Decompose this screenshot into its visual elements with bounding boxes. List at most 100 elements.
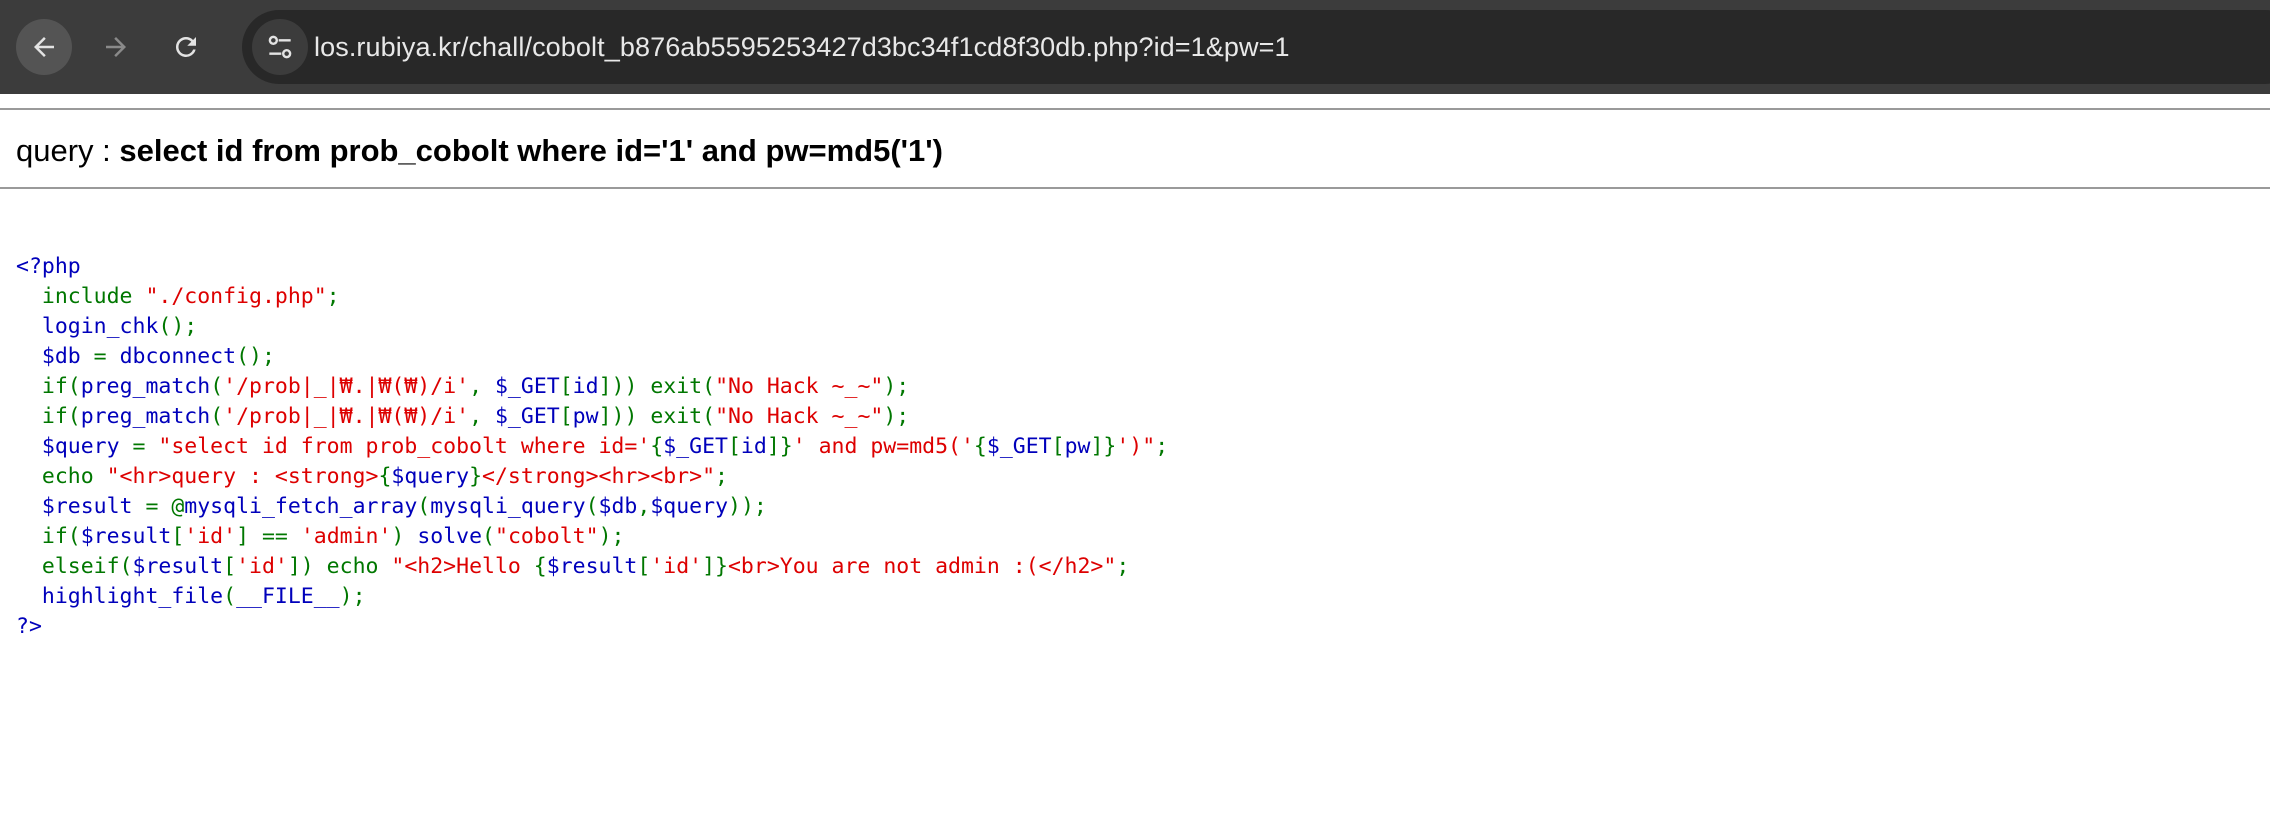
code-token: "./config.php" bbox=[145, 284, 327, 309]
code-token: if( bbox=[16, 374, 81, 399]
code-token: $_GET bbox=[494, 404, 560, 429]
code-token: <?php bbox=[16, 254, 81, 279]
divider-bottom bbox=[0, 187, 2270, 189]
code-line: if($result['id'] == 'admin') solve("cobo… bbox=[16, 522, 1168, 552]
code-line: $query = "select id from prob_cobolt whe… bbox=[16, 432, 1168, 462]
code-token: ; bbox=[326, 284, 340, 309]
code-token: ( bbox=[223, 584, 237, 609]
code-token: $query bbox=[391, 464, 470, 489]
code-line: ?> bbox=[16, 612, 1168, 642]
code-token: $result bbox=[80, 524, 172, 549]
tune-icon bbox=[268, 35, 292, 59]
code-token: { bbox=[973, 434, 987, 459]
code-token: $query bbox=[650, 494, 729, 519]
code-token: ; bbox=[715, 464, 728, 489]
code-token: $_GET bbox=[986, 434, 1052, 459]
code-token: if( bbox=[16, 524, 81, 549]
code-token: { bbox=[533, 554, 547, 579]
url-text[interactable]: los.rubiya.kr/chall/cobolt_b876ab5595253… bbox=[314, 32, 1290, 63]
code-token: 'admin' bbox=[300, 524, 392, 549]
code-token: id bbox=[572, 374, 599, 399]
code-token: ); bbox=[598, 524, 625, 549]
code-line: $result = @mysqli_fetch_array(mysqli_que… bbox=[16, 492, 1168, 522]
code-line: login_chk(); bbox=[16, 312, 1168, 342]
code-token: ( bbox=[417, 494, 431, 519]
code-token: "select id from prob_cobolt where id=' bbox=[158, 434, 651, 459]
code-token: = bbox=[93, 344, 120, 369]
code-token: ])) exit( bbox=[598, 404, 716, 429]
code-token: login_chk bbox=[41, 314, 159, 339]
code-token: = bbox=[132, 434, 159, 459]
divider-top bbox=[0, 108, 2270, 110]
query-label: query : bbox=[16, 133, 120, 168]
code-token: $db bbox=[598, 494, 638, 519]
code-token: __FILE__ bbox=[236, 584, 340, 609]
browser-toolbar: los.rubiya.kr/chall/cobolt_b876ab5595253… bbox=[0, 0, 2270, 94]
code-token: mysqli_fetch_array bbox=[184, 494, 418, 519]
code-token: [ bbox=[1051, 434, 1065, 459]
code-token: '/prob|_|₩.|₩(₩)/i' bbox=[223, 374, 470, 399]
back-button[interactable] bbox=[16, 19, 72, 75]
code-line: if(preg_match('/prob|_|₩.|₩(₩)/i', $_GET… bbox=[16, 402, 1168, 432]
code-token: $result bbox=[546, 554, 638, 579]
code-line: echo "<hr>query : <strong>{$query}</stro… bbox=[16, 462, 1168, 492]
code-line: highlight_file(__FILE__); bbox=[16, 582, 1168, 612]
code-token: [ bbox=[223, 554, 237, 579]
code-token: elseif( bbox=[16, 554, 133, 579]
code-token: ( bbox=[210, 404, 224, 429]
code-token: dbconnect bbox=[119, 344, 237, 369]
code-token: [ bbox=[559, 374, 573, 399]
code-token: (); bbox=[158, 314, 198, 339]
code-token: ( bbox=[210, 374, 224, 399]
code-token: $result bbox=[41, 494, 146, 519]
code-token: $_GET bbox=[494, 374, 560, 399]
code-token: solve bbox=[417, 524, 483, 549]
code-token: "<hr>query : <strong> bbox=[106, 464, 379, 489]
code-token: $_GET bbox=[663, 434, 728, 459]
code-token: </strong><hr><br>" bbox=[482, 464, 716, 489]
code-token: [ bbox=[559, 404, 573, 429]
code-token: "cobolt" bbox=[495, 524, 599, 549]
code-token: = @ bbox=[145, 494, 185, 519]
query-line: query : select id from prob_cobolt where… bbox=[16, 133, 943, 169]
code-token: include bbox=[16, 284, 146, 309]
code-line: <?php bbox=[16, 252, 1168, 282]
code-token: highlight_file bbox=[41, 584, 224, 609]
code-token: [ bbox=[637, 554, 651, 579]
query-text: select id from prob_cobolt where id='1' … bbox=[119, 133, 943, 168]
arrow-right-icon bbox=[106, 37, 126, 57]
code-token: '/prob|_|₩.|₩(₩)/i' bbox=[223, 404, 470, 429]
code-line: elseif($result['id']) echo "<h2>Hello {$… bbox=[16, 552, 1168, 582]
code-token: 'id' bbox=[184, 524, 237, 549]
code-token: $query bbox=[41, 434, 133, 459]
code-token: ]} bbox=[766, 434, 793, 459]
code-token: , bbox=[637, 494, 651, 519]
code-token: , bbox=[469, 404, 495, 429]
code-token: 'id' bbox=[650, 554, 703, 579]
reload-icon bbox=[175, 36, 196, 57]
code-token: ])) exit( bbox=[598, 374, 716, 399]
code-token: ')" bbox=[1116, 434, 1156, 459]
code-token: "<h2>Hello bbox=[391, 554, 534, 579]
code-token: ' and pw=md5(' bbox=[792, 434, 974, 459]
code-token: 'id' bbox=[236, 554, 288, 579]
php-source-code: <?php include "./config.php"; login_chk(… bbox=[16, 252, 1168, 642]
code-token: "No Hack ~_~" bbox=[715, 404, 884, 429]
forward-button[interactable] bbox=[88, 19, 144, 75]
code-token: ); bbox=[339, 584, 366, 609]
code-token: $result bbox=[132, 554, 224, 579]
code-token: (); bbox=[236, 344, 275, 369]
site-info-button[interactable] bbox=[252, 19, 308, 75]
code-token: )); bbox=[728, 494, 767, 519]
code-token: ]} bbox=[702, 554, 728, 579]
code-token: { bbox=[378, 464, 392, 489]
reload-button[interactable] bbox=[158, 19, 214, 75]
address-bar[interactable]: los.rubiya.kr/chall/cobolt_b876ab5595253… bbox=[242, 10, 2270, 84]
code-token: ); bbox=[883, 404, 910, 429]
code-token: if( bbox=[16, 404, 81, 429]
code-token: ; bbox=[1155, 434, 1169, 459]
